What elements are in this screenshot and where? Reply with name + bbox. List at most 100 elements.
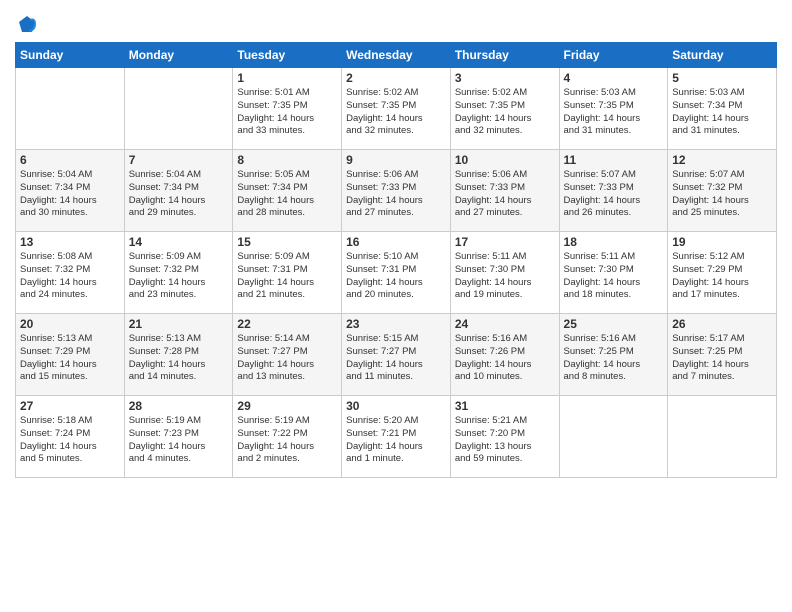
day-info: Sunrise: 5:19 AM Sunset: 7:22 PM Dayligh…	[237, 415, 337, 466]
day-info: Sunrise: 5:09 AM Sunset: 7:31 PM Dayligh…	[237, 251, 337, 302]
day-info: Sunrise: 5:01 AM Sunset: 7:35 PM Dayligh…	[237, 87, 337, 138]
day-cell: 10Sunrise: 5:06 AM Sunset: 7:33 PM Dayli…	[450, 150, 559, 232]
day-cell: 12 Sunrise: 5:07 AM Sunset: 7:32 PM Dayli…	[668, 150, 777, 232]
day-cell	[668, 396, 777, 478]
day-cell: 5 Sunrise: 5:03 AM Sunset: 7:34 PM Daylig…	[668, 68, 777, 150]
day-cell: 31Sunrise: 5:21 AM Sunset: 7:20 PM Dayli…	[450, 396, 559, 478]
day-info: Sunrise: 5:05 AM Sunset: 7:34 PM Dayligh…	[237, 169, 337, 220]
day-cell: 17 Sunrise: 5:11 AM Sunset: 7:30 PM Dayli…	[450, 232, 559, 314]
day-info: Sunrise: 5:10 AM Sunset: 7:31 PM Dayligh…	[346, 251, 446, 302]
day-cell: 28 Sunrise: 5:19 AM Sunset: 7:23 PM Dayli…	[124, 396, 233, 478]
day-info: Sunrise: 5:03 AM Sunset: 7:35 PM Dayligh…	[564, 87, 664, 138]
day-cell: 4 Sunrise: 5:03 AM Sunset: 7:35 PM Daylig…	[559, 68, 668, 150]
day-cell	[559, 396, 668, 478]
weekday-sunday: Sunday	[16, 43, 125, 68]
day-cell: 13 Sunrise: 5:08 AM Sunset: 7:32 PM Dayli…	[16, 232, 125, 314]
day-cell: 30Sunrise: 5:20 AM Sunset: 7:21 PM Dayli…	[342, 396, 451, 478]
day-cell: 25 Sunrise: 5:16 AM Sunset: 7:25 PM Dayli…	[559, 314, 668, 396]
day-cell	[16, 68, 125, 150]
day-info: Sunrise: 5:02 AM Sunset: 7:35 PM Dayligh…	[346, 87, 446, 138]
day-cell: 21 Sunrise: 5:13 AM Sunset: 7:28 PM Dayli…	[124, 314, 233, 396]
day-number: 10	[455, 153, 555, 167]
week-row-5: 27 Sunrise: 5:18 AM Sunset: 7:24 PM Dayli…	[16, 396, 777, 478]
day-info: Sunrise: 5:07 AM Sunset: 7:33 PM Dayligh…	[564, 169, 664, 220]
day-info: Sunrise: 5:11 AM Sunset: 7:30 PM Dayligh…	[455, 251, 555, 302]
page: SundayMondayTuesdayWednesdayThursdayFrid…	[0, 0, 792, 612]
day-number: 29	[237, 399, 337, 413]
header	[15, 10, 777, 34]
day-number: 22	[237, 317, 337, 331]
logo	[15, 14, 37, 34]
week-row-3: 13 Sunrise: 5:08 AM Sunset: 7:32 PM Dayli…	[16, 232, 777, 314]
day-number: 13	[20, 235, 120, 249]
day-cell: 22 Sunrise: 5:14 AM Sunset: 7:27 PM Dayli…	[233, 314, 342, 396]
day-cell: 19 Sunrise: 5:12 AM Sunset: 7:29 PM Dayli…	[668, 232, 777, 314]
day-cell: 24Sunrise: 5:16 AM Sunset: 7:26 PM Dayli…	[450, 314, 559, 396]
weekday-header-row: SundayMondayTuesdayWednesdayThursdayFrid…	[16, 43, 777, 68]
day-cell: 3Sunrise: 5:02 AM Sunset: 7:35 PM Daylig…	[450, 68, 559, 150]
day-info: Sunrise: 5:06 AM Sunset: 7:33 PM Dayligh…	[346, 169, 446, 220]
day-cell: 11 Sunrise: 5:07 AM Sunset: 7:33 PM Dayli…	[559, 150, 668, 232]
day-info: Sunrise: 5:03 AM Sunset: 7:34 PM Dayligh…	[672, 87, 772, 138]
day-number: 23	[346, 317, 446, 331]
weekday-thursday: Thursday	[450, 43, 559, 68]
day-number: 5	[672, 71, 772, 85]
day-number: 30	[346, 399, 446, 413]
day-number: 14	[129, 235, 229, 249]
day-info: Sunrise: 5:18 AM Sunset: 7:24 PM Dayligh…	[20, 415, 120, 466]
day-number: 17	[455, 235, 555, 249]
day-cell: 15 Sunrise: 5:09 AM Sunset: 7:31 PM Dayli…	[233, 232, 342, 314]
day-info: Sunrise: 5:16 AM Sunset: 7:25 PM Dayligh…	[564, 333, 664, 384]
day-cell: 9 Sunrise: 5:06 AM Sunset: 7:33 PM Daylig…	[342, 150, 451, 232]
weekday-friday: Friday	[559, 43, 668, 68]
week-row-1: 1 Sunrise: 5:01 AM Sunset: 7:35 PM Daylig…	[16, 68, 777, 150]
day-info: Sunrise: 5:14 AM Sunset: 7:27 PM Dayligh…	[237, 333, 337, 384]
day-info: Sunrise: 5:16 AM Sunset: 7:26 PM Dayligh…	[455, 333, 555, 384]
day-cell: 8 Sunrise: 5:05 AM Sunset: 7:34 PM Daylig…	[233, 150, 342, 232]
day-info: Sunrise: 5:12 AM Sunset: 7:29 PM Dayligh…	[672, 251, 772, 302]
day-cell: 6 Sunrise: 5:04 AM Sunset: 7:34 PM Daylig…	[16, 150, 125, 232]
weekday-monday: Monday	[124, 43, 233, 68]
day-number: 25	[564, 317, 664, 331]
day-info: Sunrise: 5:04 AM Sunset: 7:34 PM Dayligh…	[20, 169, 120, 220]
day-number: 15	[237, 235, 337, 249]
day-number: 27	[20, 399, 120, 413]
week-row-4: 20 Sunrise: 5:13 AM Sunset: 7:29 PM Dayli…	[16, 314, 777, 396]
day-info: Sunrise: 5:07 AM Sunset: 7:32 PM Dayligh…	[672, 169, 772, 220]
day-info: Sunrise: 5:04 AM Sunset: 7:34 PM Dayligh…	[129, 169, 229, 220]
day-number: 12	[672, 153, 772, 167]
day-cell: 14 Sunrise: 5:09 AM Sunset: 7:32 PM Dayli…	[124, 232, 233, 314]
day-info: Sunrise: 5:17 AM Sunset: 7:25 PM Dayligh…	[672, 333, 772, 384]
weekday-tuesday: Tuesday	[233, 43, 342, 68]
day-number: 11	[564, 153, 664, 167]
logo-icon	[17, 14, 37, 34]
day-cell: 23Sunrise: 5:15 AM Sunset: 7:27 PM Dayli…	[342, 314, 451, 396]
day-cell: 7 Sunrise: 5:04 AM Sunset: 7:34 PM Daylig…	[124, 150, 233, 232]
day-info: Sunrise: 5:09 AM Sunset: 7:32 PM Dayligh…	[129, 251, 229, 302]
day-number: 1	[237, 71, 337, 85]
day-number: 9	[346, 153, 446, 167]
day-info: Sunrise: 5:19 AM Sunset: 7:23 PM Dayligh…	[129, 415, 229, 466]
day-info: Sunrise: 5:13 AM Sunset: 7:29 PM Dayligh…	[20, 333, 120, 384]
day-info: Sunrise: 5:11 AM Sunset: 7:30 PM Dayligh…	[564, 251, 664, 302]
calendar: SundayMondayTuesdayWednesdayThursdayFrid…	[15, 42, 777, 478]
day-cell: 18Sunrise: 5:11 AM Sunset: 7:30 PM Dayli…	[559, 232, 668, 314]
day-cell: 29 Sunrise: 5:19 AM Sunset: 7:22 PM Dayli…	[233, 396, 342, 478]
day-number: 21	[129, 317, 229, 331]
day-number: 19	[672, 235, 772, 249]
day-cell: 16 Sunrise: 5:10 AM Sunset: 7:31 PM Dayli…	[342, 232, 451, 314]
day-cell: 27 Sunrise: 5:18 AM Sunset: 7:24 PM Dayli…	[16, 396, 125, 478]
day-cell: 1 Sunrise: 5:01 AM Sunset: 7:35 PM Daylig…	[233, 68, 342, 150]
day-number: 28	[129, 399, 229, 413]
week-row-2: 6 Sunrise: 5:04 AM Sunset: 7:34 PM Daylig…	[16, 150, 777, 232]
day-info: Sunrise: 5:13 AM Sunset: 7:28 PM Dayligh…	[129, 333, 229, 384]
day-number: 16	[346, 235, 446, 249]
day-number: 7	[129, 153, 229, 167]
day-cell: 2Sunrise: 5:02 AM Sunset: 7:35 PM Daylig…	[342, 68, 451, 150]
day-number: 4	[564, 71, 664, 85]
day-info: Sunrise: 5:02 AM Sunset: 7:35 PM Dayligh…	[455, 87, 555, 138]
day-number: 6	[20, 153, 120, 167]
day-info: Sunrise: 5:08 AM Sunset: 7:32 PM Dayligh…	[20, 251, 120, 302]
day-number: 20	[20, 317, 120, 331]
day-number: 8	[237, 153, 337, 167]
